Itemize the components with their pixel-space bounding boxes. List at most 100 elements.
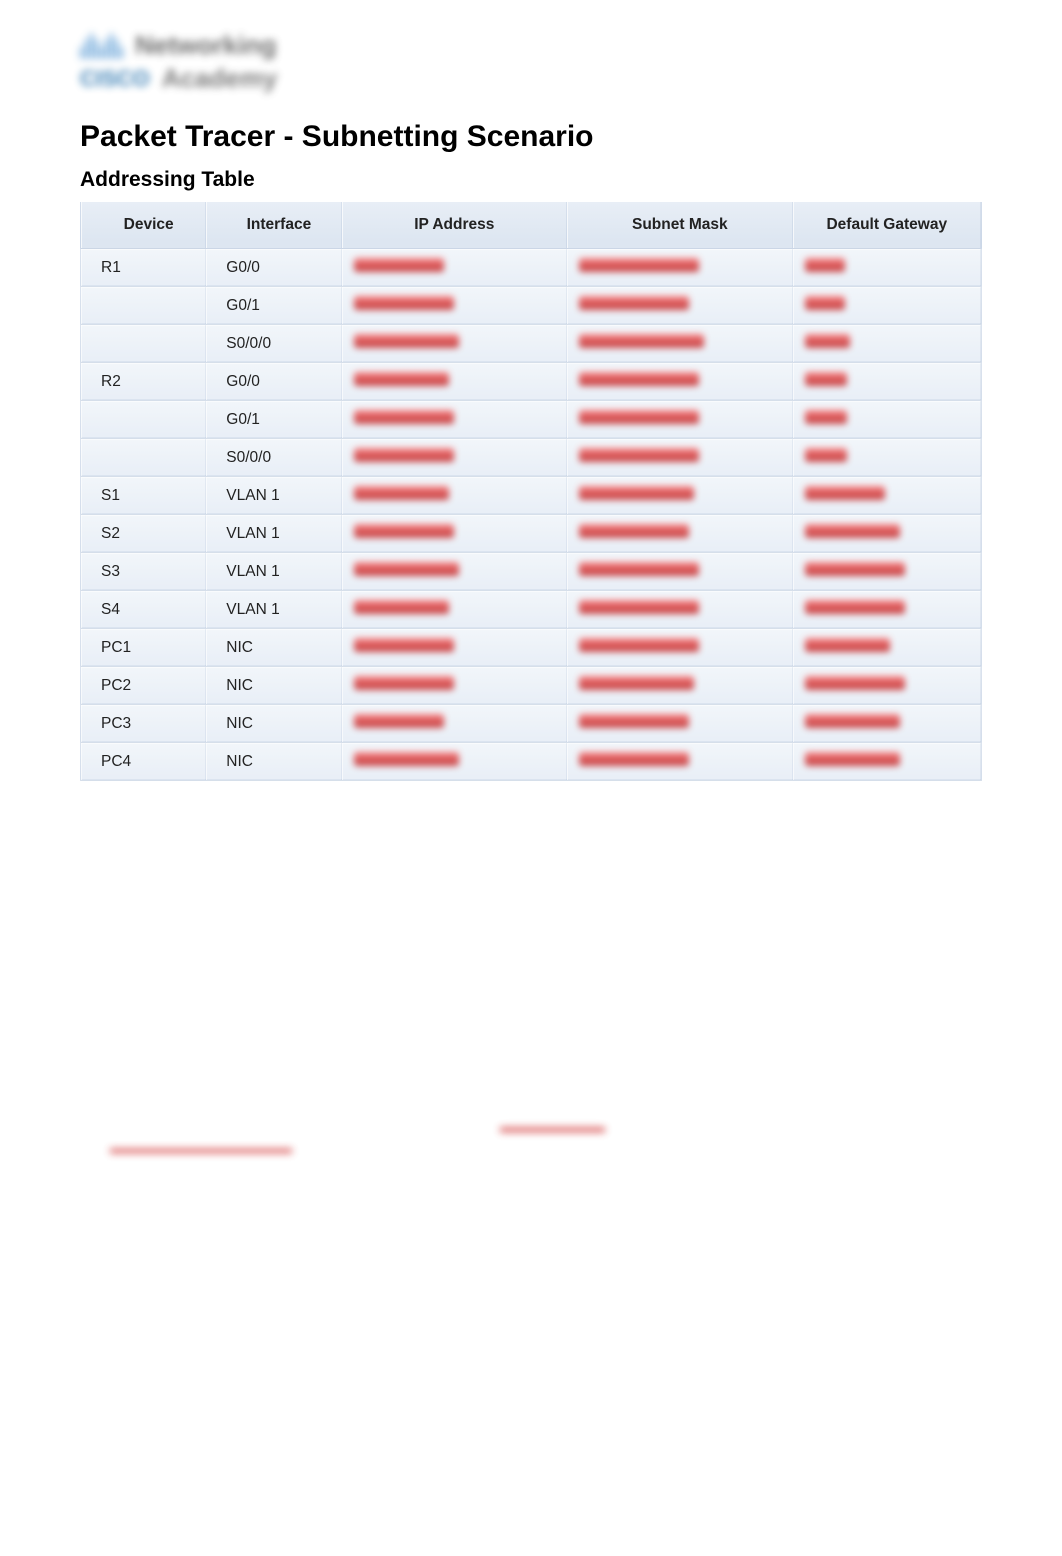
redacted-value [805, 334, 850, 348]
redacted-value [805, 258, 845, 272]
table-row: PC1NIC [80, 629, 982, 667]
logo-line-2: Academy [162, 63, 278, 94]
cell-mask [567, 629, 793, 667]
cisco-bars-icon [80, 33, 123, 59]
cell-gateway [793, 629, 982, 667]
cell-interface: VLAN 1 [206, 477, 341, 515]
logo: Networking CISCO Academy [80, 30, 982, 94]
table-row: S3VLAN 1 [80, 553, 982, 591]
cell-gateway [793, 515, 982, 553]
redacted-value [805, 372, 847, 386]
cell-device [80, 401, 206, 439]
redacted-value [579, 410, 699, 424]
cell-gateway [793, 287, 982, 325]
redacted-value [579, 258, 699, 272]
redacted-value [579, 486, 694, 500]
cell-mask [567, 325, 793, 363]
cell-gateway [793, 363, 982, 401]
cell-interface: S0/0/0 [206, 325, 341, 363]
cell-interface: NIC [206, 743, 341, 781]
cell-ip [342, 515, 568, 553]
redacted-value [805, 562, 905, 576]
page-title: Packet Tracer - Subnetting Scenario [80, 120, 982, 154]
cell-ip [342, 477, 568, 515]
table-row: G0/1 [80, 287, 982, 325]
redacted-value [354, 448, 454, 462]
redacted-value [579, 600, 699, 614]
redacted-value [354, 600, 449, 614]
cell-ip [342, 667, 568, 705]
cell-ip [342, 591, 568, 629]
redacted-value [579, 752, 689, 766]
cell-gateway [793, 401, 982, 439]
cell-gateway [793, 553, 982, 591]
table-row: PC2NIC [80, 667, 982, 705]
redacted-value [805, 600, 905, 614]
redacted-value [354, 372, 449, 386]
cell-interface: NIC [206, 667, 341, 705]
table-row: S0/0/0 [80, 439, 982, 477]
cell-interface: VLAN 1 [206, 591, 341, 629]
redacted-value [354, 714, 444, 728]
table-row: S1VLAN 1 [80, 477, 982, 515]
cell-ip [342, 439, 568, 477]
cell-ip [342, 287, 568, 325]
cell-device [80, 439, 206, 477]
cell-ip [342, 401, 568, 439]
cell-interface: G0/0 [206, 363, 341, 401]
cell-device: S1 [80, 477, 206, 515]
redacted-value [805, 714, 900, 728]
redacted-value [805, 752, 900, 766]
cell-mask [567, 287, 793, 325]
redacted-value [354, 562, 459, 576]
redacted-value [354, 752, 459, 766]
blurred-footer-right: ▬▬▬▬▬▬▬ [500, 1119, 605, 1136]
cell-mask [567, 667, 793, 705]
cell-ip [342, 363, 568, 401]
col-header-ip: IP Address [342, 202, 568, 249]
table-row: S4VLAN 1 [80, 591, 982, 629]
cell-ip [342, 705, 568, 743]
col-header-device: Device [80, 202, 206, 249]
cell-mask [567, 553, 793, 591]
cell-mask [567, 249, 793, 287]
table-row: PC4NIC [80, 743, 982, 781]
cell-mask [567, 401, 793, 439]
redacted-value [579, 372, 699, 386]
col-header-gateway: Default Gateway [793, 202, 982, 249]
redacted-value [805, 410, 847, 424]
cell-device: S2 [80, 515, 206, 553]
cell-gateway [793, 477, 982, 515]
cell-gateway [793, 325, 982, 363]
redacted-value [354, 410, 454, 424]
cell-mask [567, 515, 793, 553]
cell-interface: G0/1 [206, 287, 341, 325]
cell-interface: NIC [206, 629, 341, 667]
cell-ip [342, 325, 568, 363]
cell-ip [342, 249, 568, 287]
cell-mask [567, 363, 793, 401]
cell-interface: G0/1 [206, 401, 341, 439]
cell-gateway [793, 667, 982, 705]
cell-ip [342, 553, 568, 591]
cell-gateway [793, 743, 982, 781]
cell-gateway [793, 439, 982, 477]
col-header-interface: Interface [206, 202, 341, 249]
cell-mask [567, 705, 793, 743]
redacted-value [354, 524, 454, 538]
redacted-value [354, 638, 454, 652]
cell-device [80, 325, 206, 363]
cell-interface: S0/0/0 [206, 439, 341, 477]
cell-gateway [793, 591, 982, 629]
cell-interface: G0/0 [206, 249, 341, 287]
document-page: Networking CISCO Academy Packet Tracer -… [0, 0, 1062, 1556]
table-row: R2G0/0 [80, 363, 982, 401]
redacted-value [805, 486, 885, 500]
logo-line-1: Networking [135, 30, 277, 61]
redacted-value [579, 448, 699, 462]
cell-interface: NIC [206, 705, 341, 743]
redacted-value [579, 296, 689, 310]
cell-gateway [793, 705, 982, 743]
redacted-value [579, 714, 689, 728]
cell-interface: VLAN 1 [206, 515, 341, 553]
